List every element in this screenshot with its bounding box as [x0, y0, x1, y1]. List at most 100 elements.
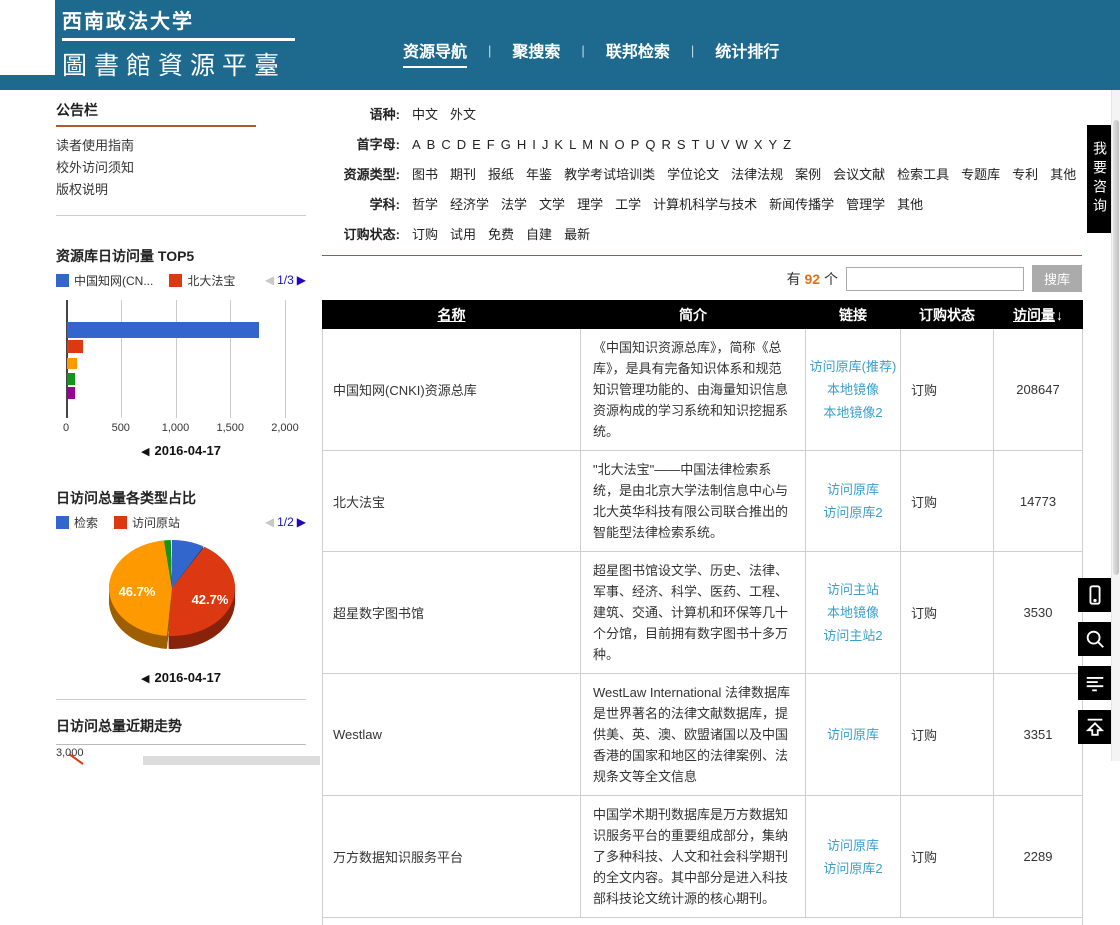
search-float-button[interactable] — [1078, 622, 1112, 656]
x-tick: 500 — [112, 422, 130, 434]
db-access-link[interactable]: 访问原库2 — [807, 501, 899, 524]
filter-option[interactable]: S — [677, 135, 687, 154]
filter-option[interactable]: F — [487, 135, 496, 154]
filter-option[interactable]: 最新 — [564, 225, 590, 244]
db-access-link[interactable]: 访问原库 — [807, 723, 899, 746]
filter-option[interactable]: 试用 — [450, 225, 476, 244]
nav-item-0[interactable]: 资源导航 — [403, 44, 467, 68]
notice-link[interactable]: 读者使用指南 — [56, 135, 306, 157]
filter-option[interactable]: 管理学 — [846, 195, 885, 214]
filter-option[interactable]: U — [705, 135, 715, 154]
filter-row: 语种:中文外文 — [322, 105, 1082, 124]
db-status: 订购 — [901, 329, 994, 451]
nav-item-3[interactable]: 统计排行 — [715, 44, 779, 66]
notice-links: 读者使用指南校外访问须知版权说明 — [56, 135, 306, 201]
filter-option[interactable]: 理学 — [577, 195, 603, 214]
filter-option[interactable]: 检索工具 — [897, 165, 949, 184]
db-access-link[interactable]: 访问原库(推荐) — [807, 355, 899, 378]
filter-option[interactable]: 专利 — [1012, 165, 1038, 184]
filter-option[interactable]: H — [517, 135, 527, 154]
filter-options: 图书期刊报纸年鉴教学考试培训类学位论文法律法规案例会议文献检索工具专题库专利其他 — [412, 165, 1076, 184]
db-access-link[interactable]: 访问主站2 — [807, 624, 899, 647]
filter-option[interactable]: 计算机科学与技术 — [653, 195, 757, 214]
filter-option[interactable]: L — [569, 135, 577, 154]
filter-option[interactable]: P — [631, 135, 641, 154]
filter-option[interactable]: O — [615, 135, 626, 154]
pie-data-label: 42.7% — [192, 592, 229, 607]
prev-date-icon[interactable]: ◀ — [141, 673, 149, 685]
filter-option[interactable]: 专题库 — [961, 165, 1000, 184]
prev-date-icon[interactable]: ◀ — [141, 446, 149, 458]
filter-option[interactable]: B — [427, 135, 437, 154]
filter-option[interactable]: Z — [783, 135, 792, 154]
filter-option[interactable]: 自建 — [526, 225, 552, 244]
filter-option[interactable]: R — [661, 135, 671, 154]
filter-option[interactable]: I — [532, 135, 537, 154]
filter-option[interactable]: 期刊 — [450, 165, 476, 184]
filter-option[interactable]: 工学 — [615, 195, 641, 214]
filter-option[interactable]: X — [754, 135, 764, 154]
filter-option[interactable]: J — [542, 135, 550, 154]
filter-option[interactable]: 订购 — [412, 225, 438, 244]
db-access-link[interactable]: 访问原库 — [807, 834, 899, 857]
scrollbar-thumb[interactable] — [1113, 120, 1119, 575]
filter-option[interactable]: 经济学 — [450, 195, 489, 214]
filter-row: 首字母:ABCDEFGHIJKLMNOPQRSTUVWXYZ — [322, 135, 1082, 154]
nav-item-1[interactable]: 聚搜索 — [512, 44, 560, 66]
col-header-4[interactable]: 访问量↓ — [994, 301, 1083, 329]
nav-item-2[interactable]: 联邦检索 — [606, 44, 670, 66]
db-access-link[interactable]: 本地镜像 — [807, 601, 899, 624]
db-access-link[interactable]: 本地镜像2 — [807, 401, 899, 424]
filter-option[interactable]: 哲学 — [412, 195, 438, 214]
search-button[interactable]: 搜库 — [1032, 265, 1082, 292]
col-header-0[interactable]: 名称 — [323, 301, 581, 329]
consult-tab[interactable]: 我要咨询 — [1087, 125, 1113, 233]
filter-option[interactable]: N — [599, 135, 609, 154]
filter-option[interactable]: 中文 — [412, 105, 438, 124]
filter-option[interactable]: 法学 — [501, 195, 527, 214]
filter-option[interactable]: 新闻传播学 — [769, 195, 834, 214]
mobile-button[interactable] — [1078, 578, 1112, 612]
filter-option[interactable]: E — [472, 135, 482, 154]
filter-option[interactable]: 外文 — [450, 105, 476, 124]
feedback-button[interactable] — [1078, 666, 1112, 700]
filter-option[interactable]: K — [554, 135, 564, 154]
db-access-link[interactable]: 访问主站 — [807, 578, 899, 601]
filter-option[interactable]: 文学 — [539, 195, 565, 214]
filter-option[interactable]: W — [736, 135, 749, 154]
pager-prev-icon[interactable]: ◀ — [265, 273, 274, 287]
filter-option[interactable]: A — [412, 135, 422, 154]
filter-option[interactable]: 图书 — [412, 165, 438, 184]
filter-option[interactable]: 其他 — [897, 195, 923, 214]
db-access-link[interactable]: 访问原库2 — [807, 857, 899, 880]
filter-option[interactable]: C — [441, 135, 451, 154]
filter-option[interactable]: 教学考试培训类 — [564, 165, 655, 184]
filter-option[interactable]: 案例 — [795, 165, 821, 184]
top5-date-nav: ◀2016-04-17 — [56, 443, 306, 458]
filter-option[interactable]: M — [582, 135, 594, 154]
back-to-top-button[interactable] — [1078, 710, 1112, 744]
table-row: 超星数字图书馆超星图书馆设文学、历史、法律、军事、经济、科学、医药、工程、建筑、… — [323, 552, 1083, 674]
pager-prev-icon[interactable]: ◀ — [265, 515, 274, 529]
pager-next-icon[interactable]: ▶ — [297, 515, 306, 529]
filter-option[interactable]: 免费 — [488, 225, 514, 244]
filter-option[interactable]: Y — [768, 135, 778, 154]
filter-option[interactable]: 年鉴 — [526, 165, 552, 184]
filter-option[interactable]: 学位论文 — [667, 165, 719, 184]
pager-next-icon[interactable]: ▶ — [297, 273, 306, 287]
filter-option[interactable]: G — [501, 135, 512, 154]
filter-option[interactable]: Q — [645, 135, 656, 154]
filter-option[interactable]: V — [721, 135, 731, 154]
filter-option[interactable]: 其他 — [1050, 165, 1076, 184]
filter-option[interactable]: 法律法规 — [731, 165, 783, 184]
db-access-link[interactable]: 本地镜像 — [807, 378, 899, 401]
notice-link[interactable]: 版权说明 — [56, 179, 306, 201]
db-status: 订购 — [901, 796, 994, 918]
db-access-link[interactable]: 访问原库 — [807, 478, 899, 501]
filter-option[interactable]: 报纸 — [488, 165, 514, 184]
filter-option[interactable]: T — [692, 135, 701, 154]
filter-option[interactable]: 会议文献 — [833, 165, 885, 184]
notice-link[interactable]: 校外访问须知 — [56, 157, 306, 179]
filter-option[interactable]: D — [457, 135, 467, 154]
search-input[interactable] — [846, 267, 1024, 291]
